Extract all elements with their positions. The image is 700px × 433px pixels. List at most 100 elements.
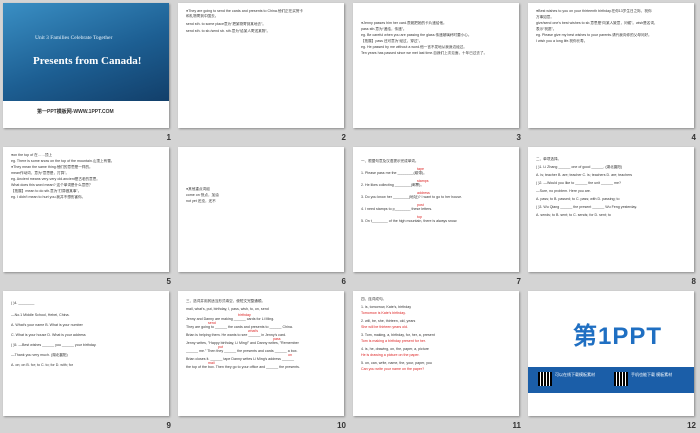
slide-1-canvas: Unit 3 Families Celebrate Together Prese… <box>3 3 169 128</box>
slide-line: What does this word mean? 这个单词是什么意思？ <box>11 183 93 187</box>
answer: pass <box>273 337 281 341</box>
slide-thumb-2[interactable]: ●They are going to send the cards and pr… <box>175 0 350 144</box>
slide-line: eg. Please give my best wishes to your p… <box>536 33 652 37</box>
slide-thumb-5[interactable]: ●on the top of 在……顶上 eg. There is some s… <box>0 144 175 288</box>
slide-9-canvas: ( )4. ________ —No.1 Middle School, Hebe… <box>3 291 169 416</box>
slide-number: 1 <box>166 133 171 142</box>
slide-10-canvas: 三、选词并用其适当形式填空，使短文完整通顺。 mail, what's, put… <box>178 291 344 416</box>
answer-line: She will be thirteen years old. <box>361 325 408 329</box>
slide-8-canvas: 二、单项选择。 ( )1. Li Zhang ______ one of goo… <box>528 147 694 272</box>
brand-logo: 第1PPT <box>573 323 663 350</box>
slide-line: Jenny writes, "Happy birthday, Li Ming!"… <box>186 341 299 345</box>
slide-line: eg. He passed by me without a word.他一言不发… <box>361 45 467 49</box>
slide-sorter-grid: Unit 3 Families Celebrate Together Prese… <box>0 0 700 433</box>
slide-line: C. What is your house D. What is your ad… <box>11 333 86 337</box>
slide-line: A. What's your name B. What is your numb… <box>11 323 83 327</box>
answer: what's <box>248 329 259 333</box>
slide-number: 11 <box>512 421 521 430</box>
slide-line: 二、单项选择。 <box>536 157 562 161</box>
slide-line: 4. is, he, drawing, on, the, paper, a, p… <box>361 347 429 351</box>
slide-thumb-3[interactable]: ●Jenny passes him her card.詹妮把她的卡片递给他。 p… <box>350 0 525 144</box>
slide-thumb-6[interactable]: ●其他重点词组 come on 快点，加油 not yet 还没，还不 6 <box>175 144 350 288</box>
slide-line: eg. There is some snow on the top of the… <box>11 159 115 163</box>
slide-line: Ten years has passed since we met last t… <box>361 51 488 55</box>
slide-line: ( )3. Wu Qiang ______ the present ______… <box>536 205 638 209</box>
slide-line: ●其他重点词组 <box>186 187 210 191</box>
slide-line: —Sure, no problem. Here you are. <box>536 189 591 193</box>
footer-text: 第一PPT模板网-WWW.1PPT.COM <box>37 109 114 115</box>
slide-thumb-12[interactable]: 第1PPT 可以在线下载模板素材 手机也能下载 模板素材 12 <box>525 288 700 432</box>
slide-line: not yet 还没，还不 <box>186 199 216 203</box>
answer: mail <box>208 361 215 365</box>
slide-line: 3. Do you know her ________(地址)? I want … <box>361 195 463 199</box>
slide-line: ●on the top of 在……顶上 <box>11 153 53 157</box>
slide-line: Brian is helping them. He wants to see _… <box>186 333 287 337</box>
slide-line: 一、根据句意及汉语提示完成单词。 <box>361 159 419 163</box>
slide-line: 万事如意。 <box>536 15 554 19</box>
slide-number: 2 <box>341 133 346 142</box>
slide-thumb-1[interactable]: Unit 3 Families Celebrate Together Prese… <box>0 0 175 144</box>
slide-thumb-7[interactable]: 一、根据句意及汉语提示完成单词。 tape 1. Please pass me … <box>350 144 525 288</box>
slide-line: 2. He likes collecting ________(邮票)。 <box>361 183 424 187</box>
banner-text-right: 手机也能下载 模板素材 <box>631 372 673 377</box>
unit-heading: Unit 3 Families Celebrate Together <box>35 35 113 41</box>
slide-thumb-8[interactable]: 二、单项选择。 ( )1. Li Zhang ______ one of goo… <box>525 144 700 288</box>
slide-thumb-10[interactable]: 三、选词并用其适当形式填空，使短文完整通顺。 mail, what's, put… <box>175 288 350 432</box>
slide-line: send sth. to sb./send sb. sth.意为“给某人寄送某物… <box>186 29 271 33</box>
slide-line: I wish you a long life.祝你长寿。 <box>536 39 588 43</box>
slide-thumb-9[interactable]: ( )4. ________ —No.1 Middle School, Hebe… <box>0 288 175 432</box>
slide-12-canvas: 第1PPT 可以在线下载模板素材 手机也能下载 模板素材 <box>528 291 694 416</box>
slide-line: 3. Tom, making, a, birthday, for, her, a… <box>361 333 435 337</box>
slide-line: 5. on, can, write, name, the, your, pape… <box>361 361 432 365</box>
slide-number: 7 <box>516 277 521 286</box>
answer: on <box>288 353 292 357</box>
slide-number: 6 <box>341 277 346 286</box>
slide-line: come on 快点，加油 <box>186 193 219 197</box>
slide-line: ●They are going to send the cards and pr… <box>186 9 304 13</box>
slide-line: —Thank you very much. (湖北襄阳) <box>11 353 68 357</box>
slide-line: mail, what's, put, birthday, I, pass, wi… <box>186 307 269 311</box>
slide-number: 12 <box>687 421 696 430</box>
slide-line: 表示“祝愿”。 <box>536 27 557 31</box>
slide-line: ______ me." Then they ______ the present… <box>186 349 298 353</box>
slide-line: 【拓展】pass 还可意为“经过，穿过”。 <box>361 39 423 43</box>
slide-number: 9 <box>166 421 171 430</box>
slide-thumb-11[interactable]: 四、连词成句。 1. is, tomorrow, Kate's, birthda… <box>350 288 525 432</box>
slide-line: 2. will, be, she, thirteen, old, years <box>361 319 416 323</box>
slide-line: ( )2. —Would you like to ______ the unit… <box>536 181 622 185</box>
slide-3-canvas: ●Jenny passes him her card.詹妮把她的卡片递给他。 p… <box>353 3 519 128</box>
slide-line: ●Best wishes to you on your thirteenth b… <box>536 9 652 13</box>
slide-line: 1. Please pass me the ________(磁带)。 <box>361 171 427 175</box>
qr-code-icon <box>614 372 628 386</box>
banner-text-left: 可以在线下载模板素材 <box>555 372 595 377</box>
slide-5-canvas: ●on the top of 在……顶上 eg. There is some s… <box>3 147 169 272</box>
slide-line: ( )5. —Best wishes ______ you ______ you… <box>11 343 97 347</box>
slide-line: eg. Be careful when you are passing the … <box>361 33 472 37</box>
slide-7-canvas: 一、根据句意及汉语提示完成单词。 tape 1. Please pass me … <box>353 147 519 272</box>
slide-line: 四、连词成句。 <box>361 297 387 301</box>
title-band <box>3 3 169 101</box>
slide-line: ●Jenny passes him her card.詹妮把她的卡片递给他。 <box>361 21 447 25</box>
slide-11-canvas: 四、连词成句。 1. is, tomorrow, Kate's, birthda… <box>353 291 519 416</box>
slide-number: 8 <box>691 277 696 286</box>
slide-4-canvas: ●Best wishes to you on your thirteenth b… <box>528 3 694 128</box>
slide-line: pass sth.意为“递给，传递”。 <box>361 27 407 31</box>
answer: birthday <box>238 313 251 317</box>
slide-line: A. is; teacher B. are; teacher C. is; te… <box>536 173 633 177</box>
answer: send <box>208 321 216 325</box>
slide-line: 和礼物寄到中国去。 <box>186 14 219 18</box>
slide-thumb-4[interactable]: ●Best wishes to you on your thirteenth b… <box>525 0 700 144</box>
slide-line: eg. Ancient means very-very old.ancient是… <box>11 177 100 181</box>
slide-line: eg. I didn't mean to hurt you.我并不想伤害你。 <box>11 195 86 199</box>
slide-line: 三、选词并用其适当形式填空，使短文完整通顺。 <box>186 299 266 303</box>
slide-number: 10 <box>337 421 346 430</box>
slide-line: 5. On t________ of the high mountain, th… <box>361 219 458 223</box>
slide-line: A. sends; to B. sent; to C. sends; for D… <box>536 213 611 217</box>
answer-line: Tom is making a birthday present for her… <box>361 339 426 343</box>
slide-line: 【拓展】mean to do sth.意为“打算做某事”。 <box>11 189 82 193</box>
qr-code-icon <box>538 372 552 386</box>
slide-line: ●They mean the same thing.他们的意思是一样的。 <box>11 165 93 169</box>
slide-line: give/send one's best wishes to sb.意思是“向某… <box>536 21 658 25</box>
answer-line: Tomorrow is Kate's birthday. <box>361 311 406 315</box>
slide-number: 3 <box>516 133 521 142</box>
